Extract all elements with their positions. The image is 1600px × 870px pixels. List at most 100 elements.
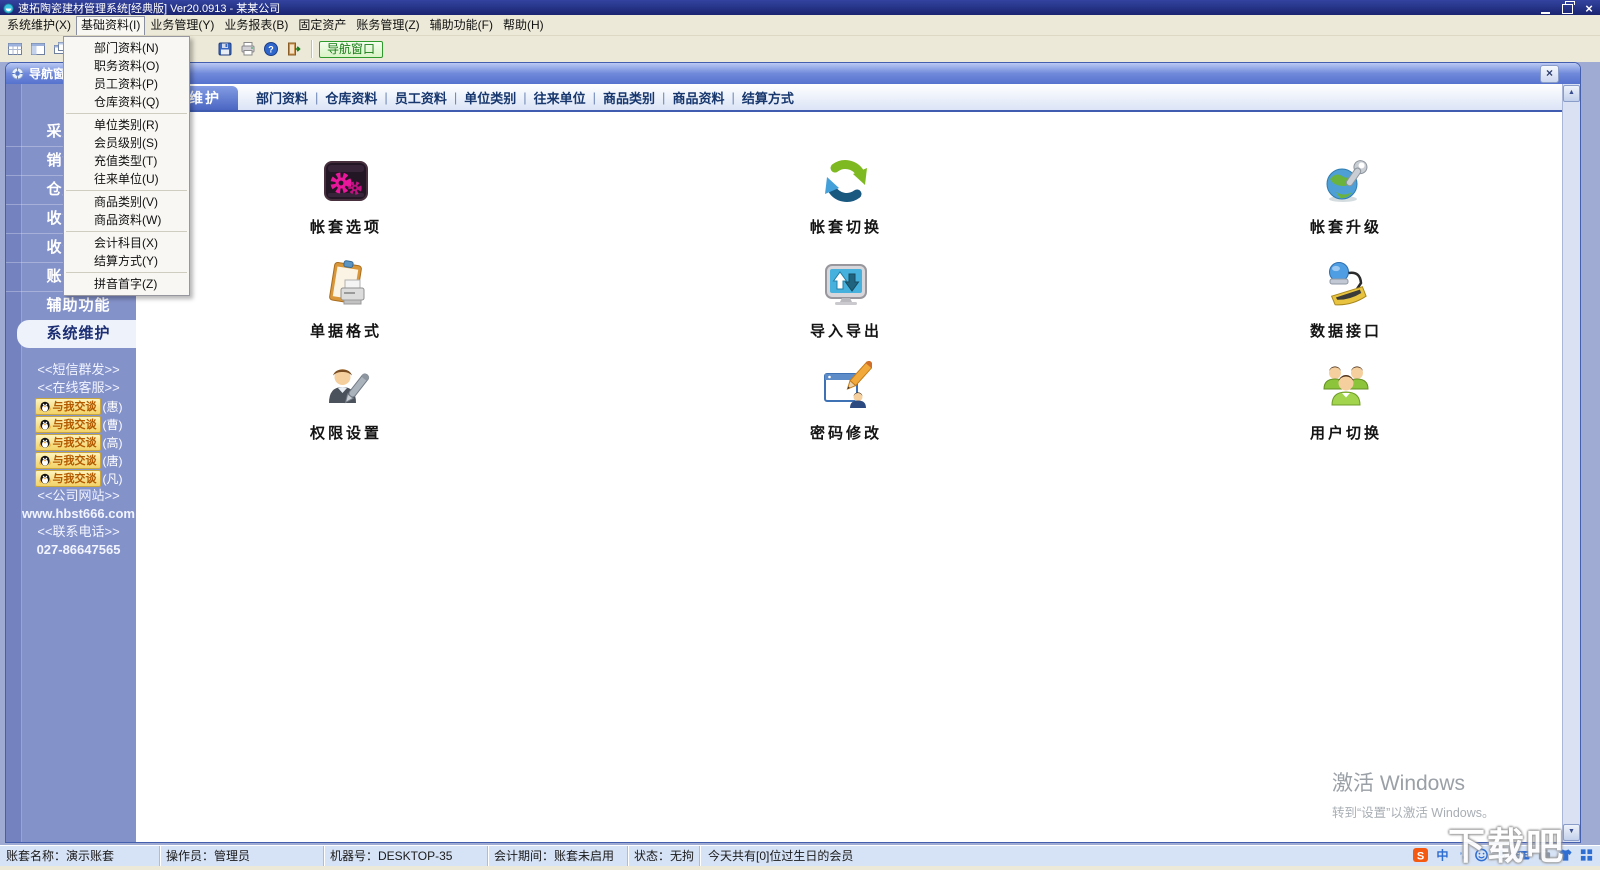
qq-chat-item[interactable]: 与我交谈 (高) [21, 433, 136, 451]
sidebar-link[interactable]: <<公司网站>> [21, 487, 136, 505]
menu-item[interactable]: 账务管理(Z) [351, 16, 424, 35]
sidebar-link[interactable]: <<联系电话>> [21, 523, 136, 541]
import-export-icon [820, 259, 872, 311]
status-field: 机器号：DESKTOP-35 [324, 846, 488, 866]
shortcut-label: 数据接口 [1309, 323, 1382, 340]
menu-item[interactable]: 辅助功能(F) [425, 16, 498, 35]
menu-item[interactable]: 业务报表(B) [219, 16, 293, 35]
dropdown-menu-item[interactable]: 职务资料(O) [64, 57, 189, 75]
status-field: 会计期间：账套未启用 [488, 846, 628, 866]
punctuation-icon[interactable]: ’, [1456, 847, 1468, 863]
dropdown-menu-item[interactable]: 单位类别(R) [64, 116, 189, 134]
keyboard-icon[interactable] [1514, 847, 1531, 863]
app-icon [3, 2, 14, 14]
qq-penguin-icon [38, 454, 51, 467]
qq-chat-button[interactable]: 与我交谈 [34, 469, 101, 487]
qq-penguin-icon [38, 418, 51, 431]
quick-link[interactable]: 仓库资料 [325, 88, 377, 107]
print-icon[interactable] [236, 38, 259, 61]
dropdown-menu-item[interactable]: 会计科目(X) [64, 234, 189, 252]
nav-window-icon [11, 67, 24, 80]
shortcut-label: 帐套升级 [1309, 219, 1382, 236]
quick-link[interactable]: 部门资料 [256, 88, 308, 107]
window-title: 速拓陶瓷建材管理系统[经典版] Ver20.0913 - 某某公司 [18, 2, 281, 15]
shortcut-account-options[interactable]: 帐套选项 [281, 155, 411, 237]
chinese-mode-icon[interactable]: 中 [1435, 847, 1450, 863]
qq-chat-button[interactable]: 与我交谈 [34, 433, 101, 451]
quick-link[interactable]: 商品资料 [672, 88, 724, 107]
menu-item[interactable]: 帮助(H) [498, 16, 549, 35]
quick-link[interactable]: 单位类别 [464, 88, 516, 107]
emoji-icon[interactable] [1474, 847, 1489, 863]
save-icon[interactable] [213, 38, 236, 61]
minimize-button[interactable] [1538, 2, 1552, 14]
shortcut-password-change[interactable]: 密码修改 [781, 361, 911, 443]
status-field: 状态：无拘 [628, 846, 700, 866]
dropdown-menu-item[interactable]: 结算方式(Y) [64, 252, 189, 270]
dropdown-menu-item[interactable]: 部门资料(N) [64, 39, 189, 57]
qq-chat-label: 与我交谈 [52, 437, 97, 449]
table-icon[interactable] [3, 38, 26, 61]
dropdown-menu-item[interactable]: 商品资料(W) [64, 211, 189, 229]
qq-chat-button[interactable]: 与我交谈 [34, 415, 101, 433]
qq-chat-item[interactable]: 与我交谈 (惠) [21, 397, 136, 415]
sidebar-link[interactable]: <<在线客服>> [21, 379, 136, 397]
menu-separator [66, 113, 187, 114]
skin-icon[interactable] [1558, 847, 1573, 863]
qq-chat-item[interactable]: 与我交谈 (唐) [21, 451, 136, 469]
restore-button[interactable] [1560, 0, 1575, 14]
close-button[interactable]: × [1582, 2, 1596, 15]
toolbox-icon[interactable] [1537, 847, 1552, 863]
dropdown-menu-item[interactable]: 商品类别(V) [64, 193, 189, 211]
menu-grid-icon[interactable] [1579, 847, 1594, 863]
exit-icon[interactable] [282, 38, 305, 61]
dropdown-menu-item[interactable]: 充值类型(T) [64, 152, 189, 170]
quick-link-separator: | [662, 89, 666, 105]
qq-chat-item[interactable]: 与我交谈 (凡) [21, 469, 136, 487]
dropdown-menu-item[interactable]: 拼音首字(Z) [64, 275, 189, 293]
qq-contact-name: (高) [102, 435, 123, 450]
nav-window-close-button[interactable]: × [1540, 65, 1559, 83]
sidebar-module[interactable]: 系统维护 [17, 320, 136, 348]
mdi-background: 导航窗口 × 采购管理销售管理仓库管理收银管理收付款项账务管理辅助功能系统维护 … [0, 62, 1600, 845]
shortcut-document-format[interactable]: 单据格式 [281, 259, 411, 341]
sidebar-link[interactable]: <<短信群发>> [21, 361, 136, 379]
menu-item[interactable]: 系统维护(X) [2, 16, 76, 35]
vertical-scrollbar[interactable]: ▲ ▼ [1562, 84, 1580, 842]
shortcut-user-switch[interactable]: 用户切换 [1281, 361, 1411, 443]
quick-link[interactable]: 商品类别 [603, 88, 655, 107]
qq-chat-button[interactable]: 与我交谈 [34, 451, 101, 469]
quick-link[interactable]: 员工资料 [395, 88, 447, 107]
help-icon[interactable]: ? [259, 38, 282, 61]
tab-bar: 系统维护 部门资料|仓库资料|员工资料|单位类别|往来单位|商品类别|商品资料|… [136, 84, 1562, 112]
menu-item[interactable]: 固定资产 [293, 16, 351, 35]
menu-item[interactable]: 基础资料(I) [76, 15, 146, 35]
title-bar: 速拓陶瓷建材管理系统[经典版] Ver20.0913 - 某某公司 × [0, 0, 1600, 15]
shortcut-import-export[interactable]: 导入导出 [781, 259, 911, 341]
microphone-icon[interactable] [1495, 847, 1508, 863]
shortcut-permission-settings[interactable]: 权限设置 [281, 361, 411, 443]
nav-window-title-bar: 导航窗口 × [6, 63, 1580, 84]
sogou-logo-icon[interactable]: S [1412, 847, 1429, 863]
shortcut-account-switch[interactable]: 帐套切换 [781, 155, 911, 237]
dropdown-menu-item[interactable]: 员工资料(P) [64, 75, 189, 93]
quick-link[interactable]: 结算方式 [742, 88, 794, 107]
shortcut-account-upgrade[interactable]: 帐套升级 [1281, 155, 1411, 237]
document-format-icon [320, 259, 372, 311]
qq-chat-button[interactable]: 与我交谈 [34, 397, 101, 415]
shortcut-data-interface[interactable]: 数据接口 [1281, 259, 1411, 341]
menu-bar: 系统维护(X) 基础资料(I) 业务管理(Y) 业务报表(B) 固定资产 账务管理(Z) 辅… [0, 15, 1600, 36]
scroll-up-button[interactable]: ▲ [1563, 85, 1580, 102]
dropdown-menu-item[interactable]: 仓库资料(Q) [64, 93, 189, 111]
dropdown-menu-item[interactable]: 往来单位(U) [64, 170, 189, 188]
nav-window-button[interactable]: 导航窗口 [319, 40, 384, 58]
scroll-down-button[interactable]: ▼ [1563, 824, 1580, 841]
qq-chat-item[interactable]: 与我交谈 (曹) [21, 415, 136, 433]
qq-penguin-icon [38, 472, 51, 485]
columns-icon[interactable] [26, 38, 49, 61]
dropdown-menu: 部门资料(N) 职务资料(O) 员工资料(P) 仓库资料(Q) 单位类别(R) 会员级别(… [63, 36, 190, 296]
dropdown-menu-item[interactable]: 会员级别(S) [64, 134, 189, 152]
menu-item[interactable]: 业务管理(Y) [145, 16, 219, 35]
shortcut-label: 单据格式 [309, 323, 382, 340]
quick-link[interactable]: 往来单位 [534, 88, 586, 107]
